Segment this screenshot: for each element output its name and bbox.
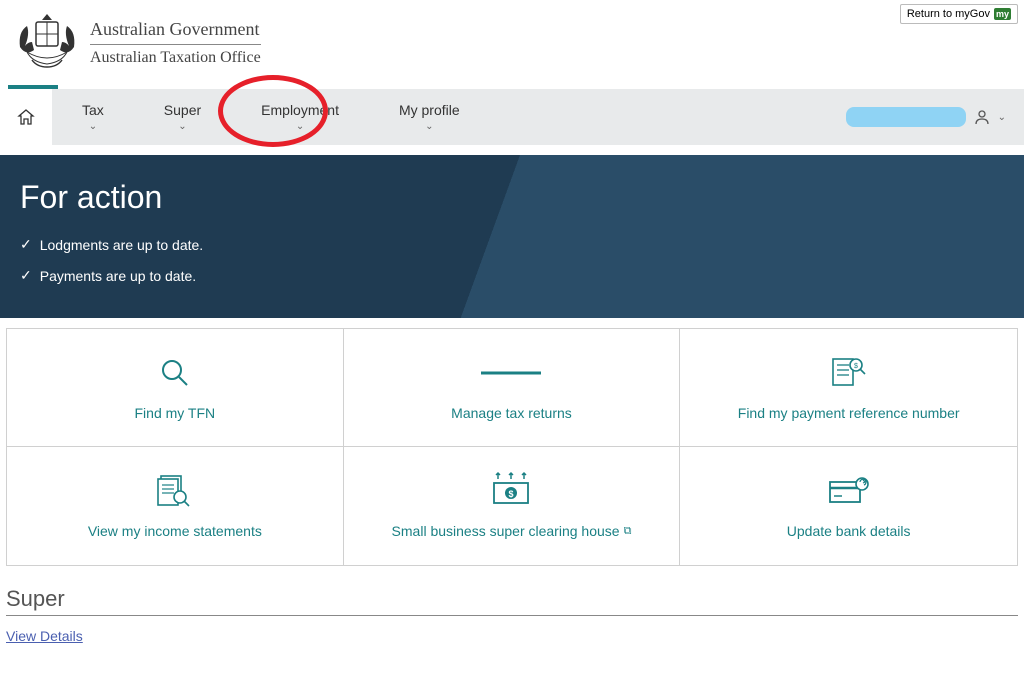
return-to-mygov-button[interactable]: Return to myGov my — [900, 4, 1018, 24]
tile-label: Small business super clearing house ⧉ — [392, 523, 632, 539]
gov-heading-1: Australian Government — [90, 19, 261, 45]
nav-label: Super — [164, 102, 201, 118]
tile-manage-tax-returns[interactable]: Manage tax returns — [344, 329, 681, 447]
nav-label: My profile — [399, 102, 460, 118]
user-icon — [974, 109, 990, 125]
action-banner: For action ✓ Lodgments are up to date. ✓… — [0, 155, 1024, 318]
logo-area: Australian Government Australian Taxatio… — [6, 4, 261, 75]
redacted-username — [846, 107, 966, 127]
home-icon — [17, 108, 35, 126]
nav-item-employment[interactable]: Employment ⌄ — [231, 89, 369, 145]
tile-label: Find my TFN — [135, 405, 216, 421]
tile-find-tfn[interactable]: Find my TFN — [7, 329, 344, 447]
nav-label: Tax — [82, 102, 104, 118]
external-link-icon: ⧉ — [624, 525, 632, 538]
nav-item-my-profile[interactable]: My profile ⌄ — [369, 89, 490, 145]
chevron-down-icon: ⌄ — [998, 112, 1006, 123]
coat-of-arms-icon — [12, 10, 82, 75]
check-icon: ✓ — [20, 267, 32, 284]
tile-find-payment-reference[interactable]: $ Find my payment reference number — [680, 329, 1017, 447]
tile-label: Manage tax returns — [451, 405, 572, 421]
tile-label: Update bank details — [787, 523, 911, 539]
status-text: Payments are up to date. — [40, 268, 196, 284]
banner-title: For action — [20, 179, 1004, 216]
document-search-dollar-icon: $ — [829, 355, 869, 391]
status-payments: ✓ Payments are up to date. — [20, 267, 1004, 284]
search-icon — [159, 355, 191, 391]
view-details-link[interactable]: View Details — [6, 628, 83, 644]
nav-item-super[interactable]: Super ⌄ — [134, 89, 231, 145]
return-label: Return to myGov — [907, 8, 990, 20]
status-lodgments: ✓ Lodgments are up to date. — [20, 236, 1004, 253]
card-refresh-icon — [827, 473, 871, 509]
nav-home-button[interactable] — [0, 89, 52, 145]
active-tab-indicator — [8, 85, 58, 89]
tile-label: Find my payment reference number — [738, 405, 960, 421]
chevron-down-icon: ⌄ — [425, 121, 433, 132]
tile-view-income-statements[interactable]: View my income statements — [7, 447, 344, 565]
document-magnify-icon — [155, 473, 195, 509]
money-upload-icon: $ — [488, 473, 534, 509]
nav-label: Employment — [261, 102, 339, 118]
svg-text:$: $ — [509, 489, 514, 499]
quick-links-grid: Find my TFN Manage tax returns $ Find my… — [6, 328, 1018, 566]
nav-item-tax[interactable]: Tax ⌄ — [52, 89, 134, 145]
mygov-badge-icon: my — [994, 8, 1011, 20]
chevron-down-icon: ⌄ — [89, 121, 97, 132]
chevron-down-icon: ⌄ — [178, 121, 186, 132]
user-menu[interactable]: ⌄ — [846, 107, 1024, 127]
check-icon: ✓ — [20, 236, 32, 253]
tile-small-business-super[interactable]: $ Small business super clearing house ⧉ — [344, 447, 681, 565]
section-super-heading: Super — [6, 586, 1018, 616]
tile-update-bank-details[interactable]: Update bank details — [680, 447, 1017, 565]
chevron-down-icon: ⌄ — [296, 121, 304, 132]
progress-line-icon — [481, 355, 541, 391]
tile-label-text: Small business super clearing house — [392, 523, 620, 539]
status-text: Lodgments are up to date. — [40, 237, 203, 253]
gov-heading-2: Australian Taxation Office — [90, 45, 261, 67]
main-nav: Tax ⌄ Super ⌄ Employment ⌄ My profile ⌄ … — [0, 89, 1024, 145]
government-title: Australian Government Australian Taxatio… — [90, 19, 261, 67]
page-header: Australian Government Australian Taxatio… — [0, 0, 1024, 79]
svg-text:$: $ — [854, 363, 858, 370]
tile-label: View my income statements — [88, 523, 262, 539]
